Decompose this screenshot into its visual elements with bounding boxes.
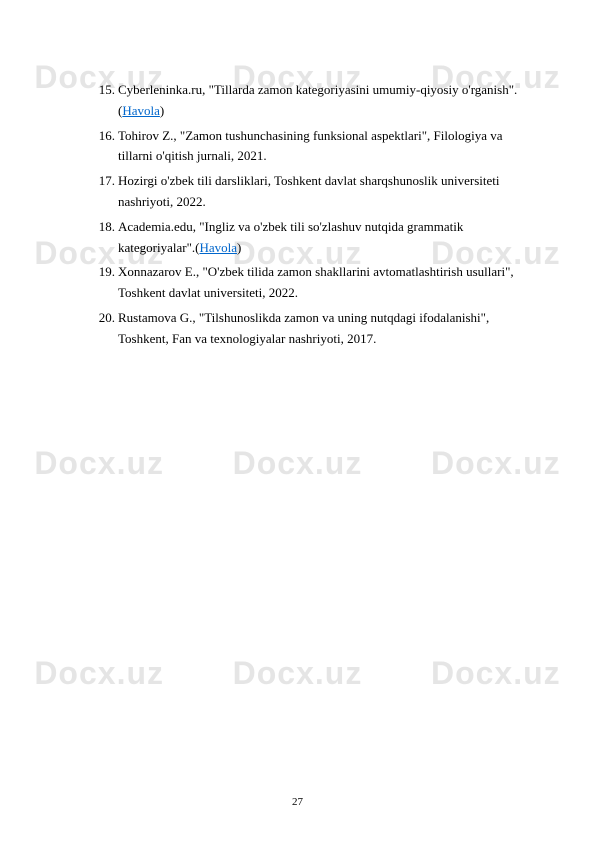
reference-tail: ) [160, 103, 164, 118]
reference-item: 16. Tohirov Z., "Zamon tushunchasining f… [95, 126, 525, 168]
reference-number: 16. [95, 126, 115, 168]
reference-item: 17. Hozirgi o'zbek tili darsliklari, Tos… [95, 171, 525, 213]
reference-item: 18. Academia.edu, "Ingliz va o'zbek tili… [95, 217, 525, 259]
reference-body: Cyberleninka.ru, "Tillarda zamon kategor… [118, 82, 517, 118]
reference-text: Tohirov Z., "Zamon tushunchasining funks… [118, 126, 525, 168]
watermark-row: Docx.uz Docx.uz Docx.uz [0, 648, 595, 699]
reference-number: 15. [95, 80, 115, 122]
reference-text: Xonnazarov E., "O'zbek tilida zamon shak… [118, 262, 525, 304]
reference-number: 17. [95, 171, 115, 213]
reference-body: Hozirgi o'zbek tili darsliklari, Toshken… [118, 173, 500, 209]
watermark-row: Docx.uz Docx.uz Docx.uz [0, 438, 595, 489]
watermark-text: Docx.uz [431, 438, 561, 489]
watermark-text: Docx.uz [233, 438, 363, 489]
reference-text: Academia.edu, "Ingliz va o'zbek tili so'… [118, 217, 525, 259]
reference-text: Rustamova G., "Tilshunoslikda zamon va u… [118, 308, 525, 350]
reference-body: Xonnazarov E., "O'zbek tilida zamon shak… [118, 264, 514, 300]
page-number: 27 [0, 794, 595, 812]
watermark-text: Docx.uz [34, 438, 164, 489]
watermark-text: Docx.uz [34, 648, 164, 699]
reference-item: 20. Rustamova G., "Tilshunoslikda zamon … [95, 308, 525, 350]
reference-link[interactable]: Havola [122, 103, 160, 118]
reference-number: 19. [95, 262, 115, 304]
reference-body: Tohirov Z., "Zamon tushunchasining funks… [118, 128, 502, 164]
reference-number: 18. [95, 217, 115, 259]
reference-list: 15. Cyberleninka.ru, "Tillarda zamon kat… [95, 80, 525, 354]
reference-text: Cyberleninka.ru, "Tillarda zamon kategor… [118, 80, 525, 122]
reference-text: Hozirgi o'zbek tili darsliklari, Toshken… [118, 171, 525, 213]
reference-tail: ) [237, 240, 241, 255]
watermark-text: Docx.uz [233, 648, 363, 699]
reference-link[interactable]: Havola [199, 240, 237, 255]
reference-item: 19. Xonnazarov E., "O'zbek tilida zamon … [95, 262, 525, 304]
reference-body: Rustamova G., "Tilshunoslikda zamon va u… [118, 310, 489, 346]
reference-number: 20. [95, 308, 115, 350]
watermark-text: Docx.uz [431, 648, 561, 699]
reference-item: 15. Cyberleninka.ru, "Tillarda zamon kat… [95, 80, 525, 122]
reference-body: Academia.edu, "Ingliz va o'zbek tili so'… [118, 219, 463, 255]
